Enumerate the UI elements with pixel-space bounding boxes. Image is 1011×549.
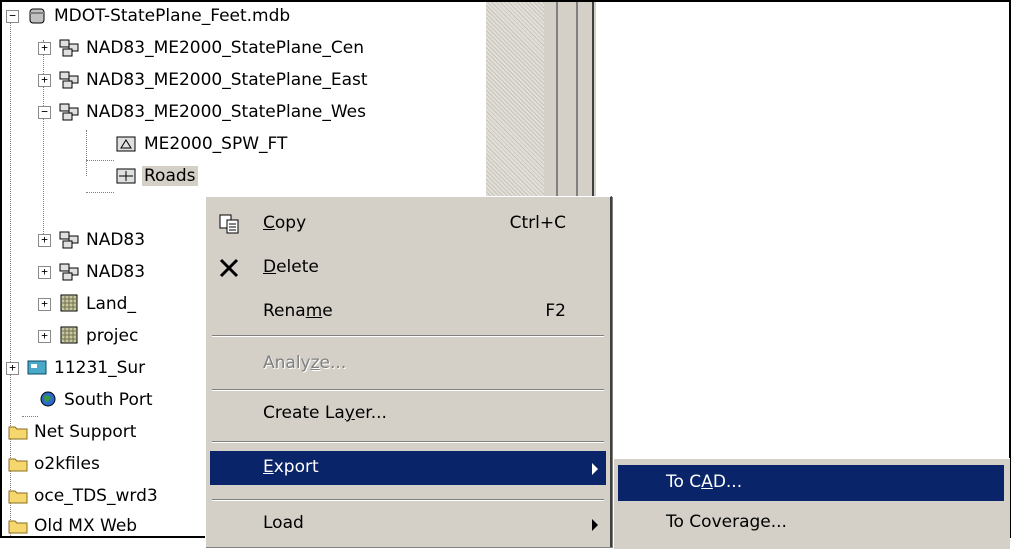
database-icon (29, 8, 45, 24)
raster-icon (60, 326, 78, 344)
expand-toggle[interactable]: + (38, 74, 51, 87)
menu-item-analyze: Analyze... (210, 347, 606, 381)
collapse-toggle[interactable]: − (6, 10, 19, 23)
mnemonic: z (310, 353, 320, 373)
tree-item-label: NAD83 (86, 230, 146, 250)
line-feature-class-icon (116, 168, 136, 184)
globe-icon (40, 391, 56, 407)
expand-toggle[interactable]: + (38, 42, 51, 55)
mnemonic: m (305, 301, 323, 321)
tree-connector (86, 160, 114, 161)
menu-item-to-cad[interactable]: To CAD... (618, 465, 1004, 501)
folder-icon (8, 520, 28, 534)
menu-item-create-layer[interactable]: Create Layer... (210, 397, 606, 431)
collapse-toggle[interactable]: − (38, 106, 51, 119)
menu-item-delete[interactable]: Delete (210, 251, 606, 285)
tree-item-selected[interactable]: Roads (2, 162, 486, 192)
menu-item-label: To Coverage... (666, 512, 787, 532)
tree-item[interactable]: − NAD83_ME2000_StatePlane_Wes (2, 98, 486, 128)
tree-item-label: Land_ (86, 294, 136, 314)
folder-icon (8, 426, 28, 440)
tree-item-label: Net Support (34, 422, 137, 442)
expand-toggle[interactable]: + (38, 298, 51, 311)
tree-item-label: 11231_Sur (54, 358, 146, 378)
menu-item-copy[interactable]: Copy Ctrl+C (210, 207, 606, 241)
mnemonic: C (263, 213, 275, 233)
folder-icon (8, 458, 28, 472)
menu-separator (212, 389, 604, 391)
menu-item-label: Rena (263, 301, 306, 321)
menu-item-label: opy (274, 213, 307, 233)
annotation-class-icon (116, 136, 136, 152)
tree-item-label: oce_TDS_wrd3 (34, 486, 158, 506)
tree-item-label: Old MX Web (34, 516, 138, 536)
mnemonic: y (344, 403, 355, 423)
raster-icon (60, 294, 78, 312)
tree-item-label: NAD83_ME2000_StatePlane_East (86, 70, 368, 90)
menu-item-label: To C (666, 472, 702, 492)
export-submenu: To CAD... To Coverage... (613, 458, 1010, 549)
tree-connector (86, 192, 114, 193)
menu-item-label: xport (273, 457, 319, 477)
menu-item-label: D... (712, 472, 743, 492)
menu-separator (212, 335, 604, 337)
folder-icon (8, 490, 28, 504)
shortcut-label: F2 (545, 301, 566, 321)
tree-item[interactable]: + NAD83_ME2000_StatePlane_Cen (2, 34, 486, 64)
tree-item-label: o2kfiles (34, 454, 100, 474)
tree-item-label: projec (86, 326, 139, 346)
tree-item-label: NAD83_ME2000_StatePlane_Cen (86, 38, 364, 58)
tree-item-label: MDOT-StatePlane_Feet.mdb (54, 6, 291, 26)
menu-item-label: Create La (263, 403, 345, 423)
context-menu: Copy Ctrl+C Delete Rename F2 Analyze... … (205, 196, 612, 547)
shortcut-label: Ctrl+C (509, 213, 566, 233)
menu-item-label: elete (276, 257, 319, 277)
menu-item-export[interactable]: Export (210, 451, 606, 485)
feature-dataset-icon (59, 263, 79, 281)
feature-dataset-icon (59, 231, 79, 249)
mnemonic: E (263, 457, 274, 477)
submenu-arrow-icon (592, 463, 598, 475)
delete-icon (219, 258, 239, 278)
feature-dataset-icon (59, 39, 79, 57)
menu-item-load[interactable]: Load (210, 507, 606, 541)
menu-separator (212, 441, 604, 443)
contents-pane (596, 2, 1009, 536)
mnemonic: D (263, 257, 277, 277)
feature-dataset-icon (59, 71, 79, 89)
tree-item-label: Roads (142, 166, 198, 186)
mnemonic: A (701, 472, 713, 492)
tree-item[interactable]: ME2000_SPW_FT (2, 130, 486, 160)
tree-item[interactable]: + NAD83_ME2000_StatePlane_East (2, 66, 486, 96)
tree-item-label: NAD83_ME2000_StatePlane_Wes (86, 102, 366, 122)
menu-separator (212, 499, 604, 501)
tree-connector (22, 416, 38, 417)
expand-toggle[interactable]: + (38, 266, 51, 279)
menu-item-label: Analy (263, 353, 311, 373)
tree-item-label: NAD83 (86, 262, 146, 282)
expand-toggle[interactable]: + (38, 234, 51, 247)
menu-item-label: e (322, 301, 333, 321)
tree-item-label: South Port (64, 390, 153, 410)
toolbox-icon (27, 360, 47, 375)
expand-toggle[interactable]: + (38, 330, 51, 343)
tree-item-label: ME2000_SPW_FT (144, 134, 288, 154)
menu-item-to-coverage[interactable]: To Coverage... (618, 505, 1004, 541)
feature-dataset-icon (59, 103, 79, 121)
menu-item-label: e... (319, 353, 347, 373)
menu-item-label: Load (263, 513, 304, 533)
tree-item[interactable]: − MDOT-StatePlane_Feet.mdb (2, 2, 486, 32)
expand-toggle[interactable]: + (6, 362, 19, 375)
menu-item-label: er... (354, 403, 387, 423)
menu-item-rename[interactable]: Rename F2 (210, 295, 606, 329)
copy-icon (219, 214, 239, 234)
submenu-arrow-icon (592, 519, 598, 531)
